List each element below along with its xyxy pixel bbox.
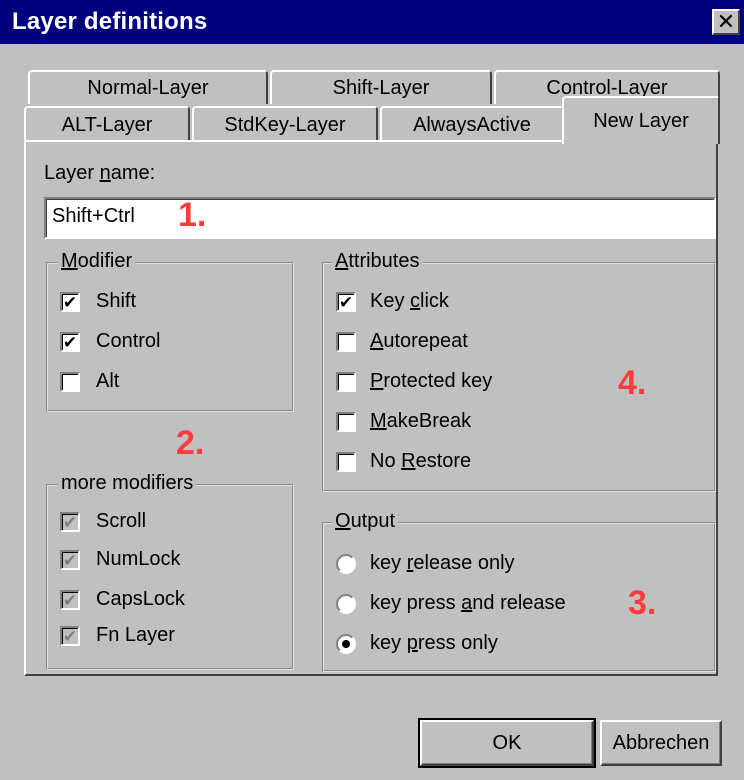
check-icon: ✔ xyxy=(62,550,78,570)
annotation-4: 4. xyxy=(618,364,647,402)
no-restore-checkbox[interactable] xyxy=(336,452,356,472)
fn-layer-checkbox: ✔ xyxy=(60,626,80,646)
key-press-only-label: key press only xyxy=(370,632,498,654)
scroll-checkbox: ✔ xyxy=(60,512,80,532)
scroll-label: Scroll xyxy=(96,510,147,532)
key-press-only-radio[interactable] xyxy=(336,634,356,654)
shift-checkbox[interactable]: ✔ xyxy=(60,292,80,312)
modifier-group xyxy=(46,262,294,412)
tab-label: ALT-Layer xyxy=(61,113,153,136)
makebreak-label: MakeBreak xyxy=(370,410,472,432)
cancel-button[interactable]: Abbrechen xyxy=(600,720,722,766)
tab-label: New Layer xyxy=(593,109,689,132)
tab-alwaysactive[interactable]: AlwaysActive xyxy=(380,106,564,142)
tab-label: Normal-Layer xyxy=(87,76,209,99)
fn-layer-label: Fn Layer xyxy=(96,624,175,646)
protected-key-checkbox[interactable] xyxy=(336,372,356,392)
check-icon: ✔ xyxy=(62,332,78,352)
cancel-label: Abbrechen xyxy=(612,731,710,754)
ok-label: OK xyxy=(492,731,522,754)
autorepeat-checkbox[interactable] xyxy=(336,332,356,352)
close-button[interactable]: ✕ xyxy=(712,9,740,35)
close-icon: ✕ xyxy=(716,9,736,34)
key-release-only-label: key release only xyxy=(370,552,515,574)
check-icon: ✔ xyxy=(338,292,354,312)
alt-checkbox[interactable] xyxy=(60,372,80,392)
tab-alt-layer[interactable]: ALT-Layer xyxy=(24,106,190,142)
capslock-label: CapsLock xyxy=(96,588,185,610)
tab-label: AlwaysActive xyxy=(413,113,531,136)
window-title: Layer definitions xyxy=(12,8,208,35)
tab-shift-layer[interactable]: Shift-Layer xyxy=(270,70,492,104)
numlock-label: NumLock xyxy=(96,548,181,570)
key-click-checkbox[interactable]: ✔ xyxy=(336,292,356,312)
tab-stdkey-layer[interactable]: StdKey-Layer xyxy=(192,106,378,142)
ok-button[interactable]: OK xyxy=(418,718,596,768)
key-release-only-radio[interactable] xyxy=(336,554,356,574)
key-press-and-release-radio[interactable] xyxy=(336,594,356,614)
more-modifiers-title: more modifiers xyxy=(58,472,197,495)
tab-normal-layer[interactable]: Normal-Layer xyxy=(28,70,268,104)
tab-label: Shift-Layer xyxy=(332,76,430,99)
annotation-3: 3. xyxy=(628,584,657,622)
no-restore-label: No Restore xyxy=(370,450,472,472)
tab-label: StdKey-Layer xyxy=(224,113,346,136)
numlock-checkbox: ✔ xyxy=(60,550,80,570)
attributes-group-title: Attributes xyxy=(332,250,423,273)
check-icon: ✔ xyxy=(62,512,78,532)
control-checkbox[interactable]: ✔ xyxy=(60,332,80,352)
check-icon: ✔ xyxy=(62,626,78,646)
autorepeat-label: Autorepeat xyxy=(370,330,468,352)
protected-key-label: Protected key xyxy=(370,370,493,392)
shift-label: Shift xyxy=(96,290,137,312)
layer-name-input[interactable]: Shift+Ctrl xyxy=(44,197,716,239)
check-icon: ✔ xyxy=(62,292,78,312)
control-label: Control xyxy=(96,330,161,352)
alt-label: Alt xyxy=(96,370,120,392)
radio-selected-icon xyxy=(342,640,350,648)
key-press-and-release-label: key press and release xyxy=(370,592,566,614)
check-icon: ✔ xyxy=(62,590,78,610)
makebreak-checkbox[interactable] xyxy=(336,412,356,432)
tab-new-layer[interactable]: New Layer xyxy=(562,96,720,144)
layer-name-label: Layer name: xyxy=(44,162,156,184)
modifier-group-title: Modifier xyxy=(58,250,136,273)
layer-name-value: Shift+Ctrl xyxy=(52,205,135,227)
capslock-checkbox: ✔ xyxy=(60,590,80,610)
key-click-label: Key click xyxy=(370,290,449,312)
annotation-1: 1. xyxy=(178,196,207,234)
annotation-2: 2. xyxy=(176,424,205,462)
output-group-title: Output xyxy=(332,510,399,533)
